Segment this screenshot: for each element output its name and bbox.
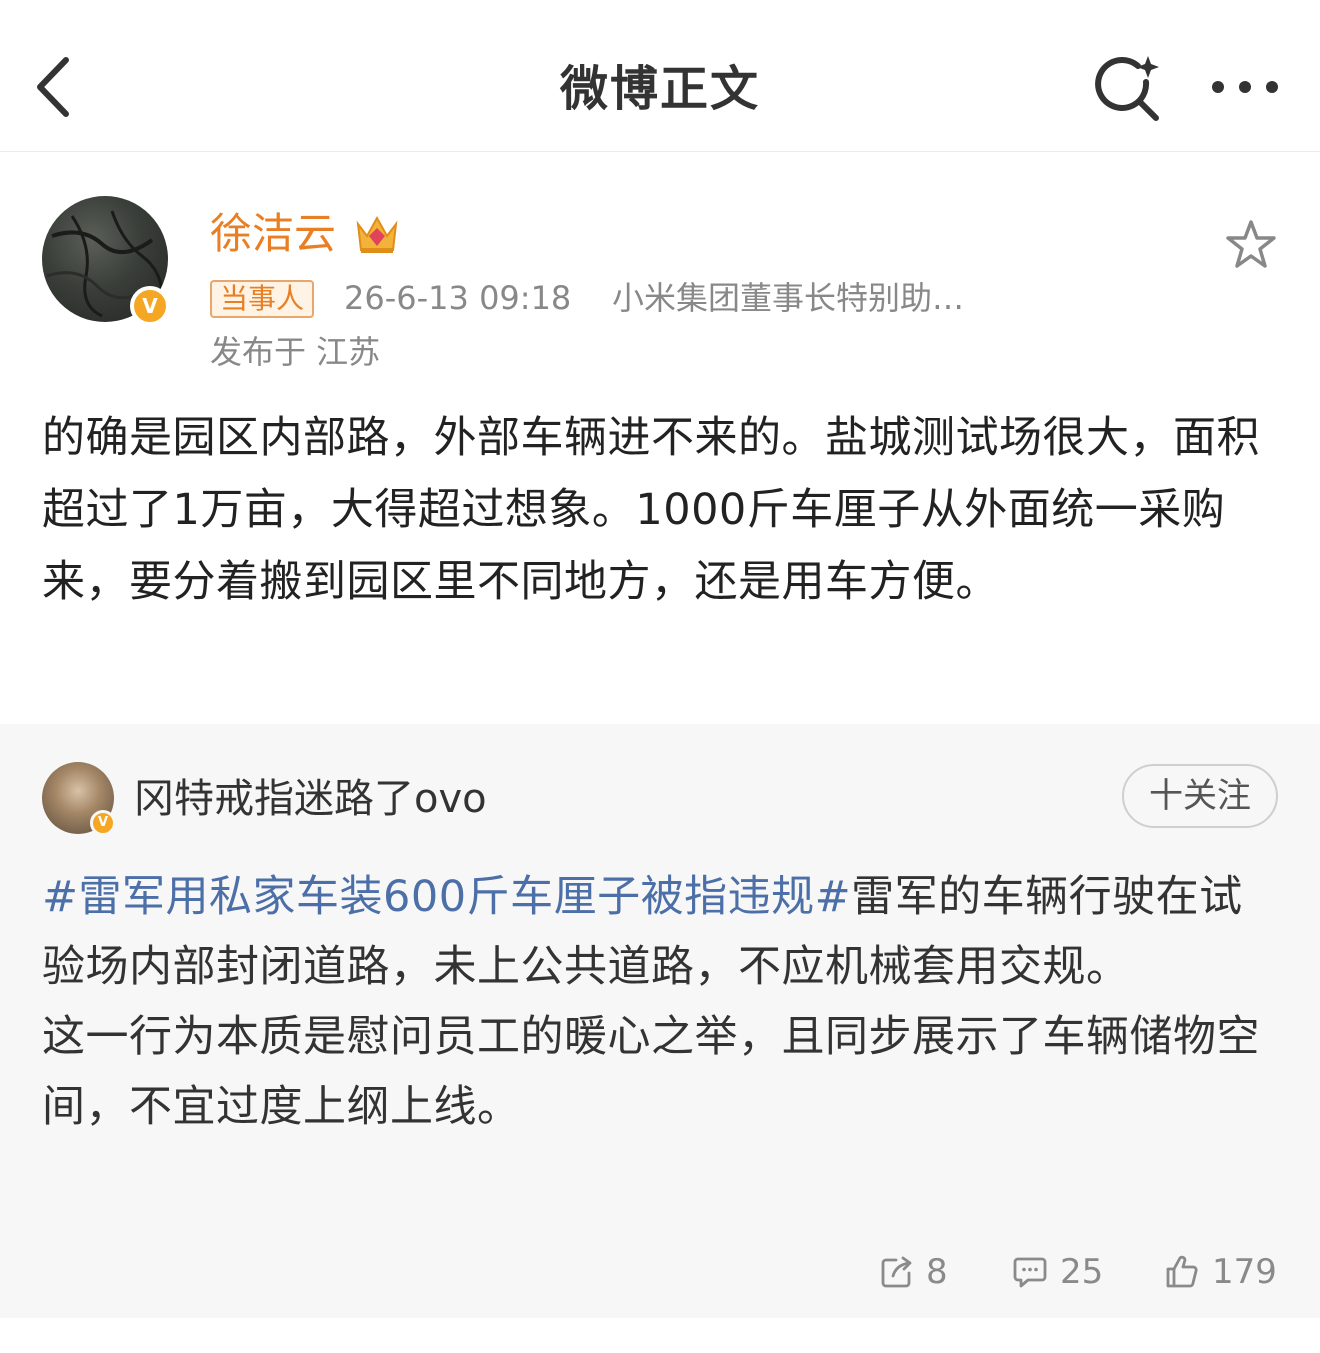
post-body-text: 的确是园区内部路，外部车辆进不来的。盐城测试场很大，面积超过了1万亩，大得超过想… [42,413,1260,607]
topic-link[interactable]: #雷军用私家车装600斤车厘子被指违规# [42,872,851,922]
reposted-weibo-card[interactable]: V 冈特戒指迷路了ovo 十关注 #雷军用私家车装600斤车厘子被指违规#雷军的… [0,724,1320,1318]
post-author-header: V 徐洁云 当事人 26-6-13 09:18 小米集团董事长特别助… 发布于 … [0,152,1320,382]
repost-text-line: 这一行为本质是慰问员工的暖心之举，且同步展示了车辆储物空间，不宜过度上纲上线。 [42,1012,1260,1132]
star-icon[interactable] [1224,218,1278,272]
repost-count: 8 [926,1252,948,1292]
action-bar: 8 25 179 [0,1244,1320,1300]
role-tag: 当事人 [210,280,315,318]
repost-icon [881,1256,912,1288]
comment-icon [1013,1257,1047,1288]
verified-v-icon: V [130,286,170,326]
repost-author-name[interactable]: 冈特戒指迷路了ovo [134,772,487,826]
verified-v-icon: V [90,810,116,836]
like-count: 179 [1212,1252,1277,1292]
repost-button[interactable]: 8 [880,1244,948,1300]
post-source: 小米集团董事长特别助… [612,279,965,317]
top-nav-bar: 微博正文 [0,0,1320,152]
comment-count: 25 [1060,1252,1104,1292]
comment-button[interactable]: 25 [1012,1244,1103,1300]
more-dots-icon[interactable] [1206,70,1284,104]
post-timestamp: 26-6-13 09:18 [344,279,572,317]
author-name[interactable]: 徐洁云 [210,206,336,262]
search-sparkle-icon[interactable] [1094,52,1166,124]
post-location: 发布于 江苏 [210,333,381,371]
follow-button[interactable]: 十关注 [1122,764,1278,828]
crown-icon[interactable] [354,212,400,256]
like-button[interactable]: 179 [1164,1244,1277,1300]
repost-body-text: #雷军用私家车装600斤车厘子被指违规#雷军的车辆行驶在试验场内部封闭道路，未上… [42,862,1282,1142]
like-icon [1166,1255,1198,1288]
